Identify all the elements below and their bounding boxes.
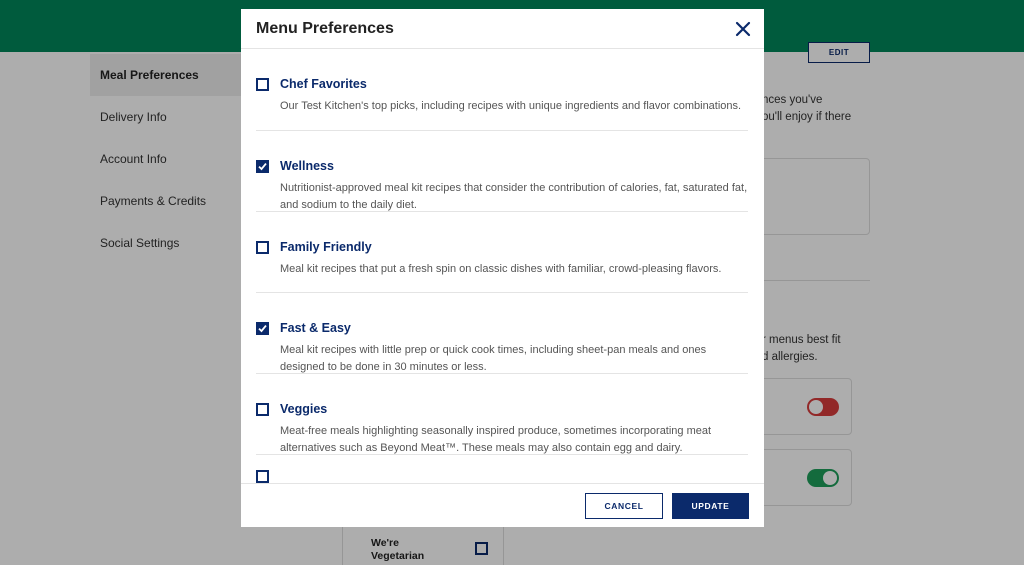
preference-description: Meal kit recipes that put a fresh spin o… xyxy=(280,263,722,275)
family-friendly-checkbox[interactable] xyxy=(256,241,269,254)
veggies-checkbox[interactable] xyxy=(256,403,269,416)
preference-title: Wellness xyxy=(280,159,334,173)
preferences-list[interactable]: Chef Favorites Our Test Kitchen's top pi… xyxy=(241,50,764,483)
modal-title: Menu Preferences xyxy=(256,20,394,37)
preference-item-fast-easy[interactable]: Fast & Easy Meal kit recipes with little… xyxy=(256,293,748,374)
preference-description: Our Test Kitchen's top picks, including … xyxy=(280,100,742,112)
modal-footer: CANCEL UPDATE xyxy=(241,483,764,527)
close-button[interactable] xyxy=(733,19,753,39)
wellness-checkbox[interactable] xyxy=(256,160,269,173)
preference-item-chef-favorites[interactable]: Chef Favorites Our Test Kitchen's top pi… xyxy=(256,50,748,131)
modal-header: Menu Preferences xyxy=(241,9,764,49)
preference-description: Meal kit recipes with little prep or qui… xyxy=(280,344,707,373)
update-button[interactable]: UPDATE xyxy=(672,493,749,519)
checkmark-icon xyxy=(258,325,267,333)
preference-title: Fast & Easy xyxy=(280,321,351,335)
preference-item-wellness[interactable]: Wellness Nutritionist-approved meal kit … xyxy=(256,131,748,212)
chef-favorites-checkbox[interactable] xyxy=(256,78,269,91)
checkmark-icon xyxy=(258,163,267,171)
preference-title: Family Friendly xyxy=(280,240,372,254)
preference-description: Nutritionist-approved meal kit recipes t… xyxy=(280,182,748,211)
preference-item-family-friendly[interactable]: Family Friendly Meal kit recipes that pu… xyxy=(256,212,748,293)
preference-item-veggies[interactable]: Veggies Meat-free meals highlighting sea… xyxy=(256,374,748,455)
preference-item-partial[interactable] xyxy=(256,455,748,483)
fast-easy-checkbox[interactable] xyxy=(256,322,269,335)
close-icon xyxy=(735,21,751,37)
partial-item-checkbox[interactable] xyxy=(256,470,269,483)
preference-title: Chef Favorites xyxy=(280,77,367,91)
cancel-button[interactable]: CANCEL xyxy=(585,493,663,519)
menu-preferences-modal: Menu Preferences Chef Favorites Our Test… xyxy=(241,9,764,527)
preference-description: Meat-free meals highlighting seasonally … xyxy=(280,425,712,454)
preference-title: Veggies xyxy=(280,402,328,416)
